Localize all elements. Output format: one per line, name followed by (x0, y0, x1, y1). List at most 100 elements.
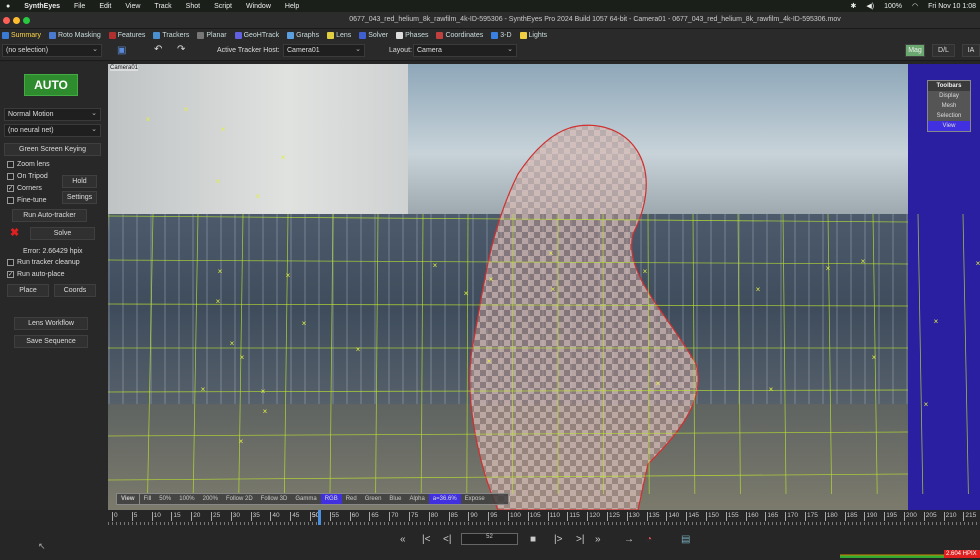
toolbar-view[interactable]: View (928, 121, 970, 131)
coords-button[interactable]: Coords (54, 284, 96, 297)
menu-edit[interactable]: Edit (99, 3, 111, 10)
view-option-rgb[interactable]: RGB (320, 494, 342, 504)
wifi-icon[interactable]: ◠ (912, 2, 918, 10)
stop-icon[interactable]: ■ (530, 534, 536, 545)
current-frame-marker[interactable] (317, 510, 321, 525)
last-frame-icon[interactable]: >| (576, 534, 584, 545)
zoom-lens-checkbox[interactable]: Zoom lens (7, 161, 50, 168)
tab-lens[interactable]: Lens (327, 31, 351, 39)
tab-icon (359, 31, 367, 39)
tab-trackers[interactable]: Trackers (153, 31, 189, 39)
menu-help[interactable]: Help (285, 3, 299, 10)
preview-icon[interactable]: ▤ (681, 534, 690, 545)
solve-button[interactable]: Solve (30, 227, 95, 240)
auto-place-checkbox[interactable]: ✓ Run auto-place (7, 271, 64, 278)
undo-icon[interactable]: ↶ (154, 44, 162, 55)
prev-frame-icon[interactable]: <| (443, 534, 451, 545)
camera-viewport[interactable]: × × × × × × × × × × × × × × × × × × × × × × × × × × × × × × × × × Camera… (108, 64, 980, 510)
tab-3-d[interactable]: 3-D (491, 31, 512, 39)
tab-solver[interactable]: Solver (359, 31, 388, 39)
tracker-marker: × (934, 317, 939, 326)
tracker-marker: × (263, 407, 268, 416)
tab-features[interactable]: Features (108, 31, 145, 39)
view-option-follow-2d[interactable]: Follow 2D (222, 494, 257, 504)
tab-geohtrack[interactable]: GeoHTrack (234, 31, 280, 39)
battery-text[interactable]: 100% (884, 3, 902, 10)
corners-checkbox[interactable]: ✓ Corners (7, 185, 42, 192)
view-option-follow-3d[interactable]: Follow 3D (257, 494, 292, 504)
menu-file[interactable]: File (74, 3, 85, 10)
volume-icon[interactable]: ◀) (866, 2, 874, 10)
tab-label: GeoHTrack (243, 31, 280, 39)
bluetooth-icon[interactable]: ✱ (851, 2, 857, 10)
menu-view[interactable]: View (125, 3, 140, 10)
lens-workflow-button[interactable]: Lens Workflow (14, 317, 88, 330)
view-option-red[interactable]: Red (342, 494, 361, 504)
view-option-100-[interactable]: 100% (175, 494, 198, 504)
view-option-200-[interactable]: 200% (199, 494, 222, 504)
toolbar-mesh[interactable]: Mesh (928, 101, 970, 111)
frame-number-field[interactable]: 52 (461, 533, 518, 545)
view-option-fill[interactable]: Fill (140, 494, 156, 504)
view-option-green[interactable]: Green (361, 494, 386, 504)
save-sequence-button[interactable]: Save Sequence (14, 335, 88, 348)
toolbar-display[interactable]: Display (928, 91, 970, 101)
auto-button[interactable]: AUTO (24, 74, 78, 96)
menu-track[interactable]: Track (154, 3, 171, 10)
menu-window[interactable]: Window (246, 3, 271, 10)
view-option-gamma[interactable]: Gamma (291, 494, 320, 504)
tab-icon (153, 31, 161, 39)
timeline-tick: 120 (587, 512, 601, 521)
rewind-icon[interactable]: « (400, 534, 406, 545)
mag-button[interactable]: Mag (905, 44, 925, 57)
view-option-view[interactable]: View (117, 494, 140, 504)
menu-app[interactable]: SynthEyes (24, 3, 60, 10)
toolbar-selection[interactable]: Selection (928, 111, 970, 121)
tab-summary[interactable]: Summary (2, 31, 41, 39)
on-tripod-checkbox[interactable]: On Tripod (7, 173, 48, 180)
next-frame-icon[interactable]: |> (554, 534, 562, 545)
green-screen-button[interactable]: Green Screen Keying (4, 143, 101, 156)
selection-dropdown[interactable]: (no selection) (2, 44, 102, 57)
tab-graphs[interactable]: Graphs (287, 31, 320, 39)
run-auto-tracker-button[interactable]: Run Auto-tracker (12, 209, 87, 222)
tab-label: Graphs (296, 31, 320, 39)
neural-net-dropdown[interactable]: (no neural net) (4, 124, 101, 137)
view-option-expose[interactable]: Expose (461, 494, 489, 504)
timeline[interactable]: 0 5 10 15 20 25 30 35 40 45 50 55 60 65 70 75 80 85 90 95 10… (108, 510, 980, 527)
dl-button[interactable]: D/L (932, 44, 955, 57)
hold-button[interactable]: Hold (62, 175, 97, 188)
fast-forward-icon[interactable]: » (595, 534, 601, 545)
save-icon[interactable]: ▣ (117, 45, 126, 56)
apple-icon[interactable]: ● (6, 3, 10, 10)
ia-button[interactable]: IA (962, 44, 980, 57)
view-option-a-36-6-[interactable]: a=36.6% (428, 494, 461, 504)
timeline-tick: 210 (943, 512, 957, 521)
view-option-blue[interactable]: Blue (385, 494, 405, 504)
menu-shot[interactable]: Shot (186, 3, 200, 10)
layout-dropdown[interactable]: Camera (413, 44, 517, 57)
clock-icon[interactable]: ◔ (646, 534, 652, 545)
timeline-tick: 170 (785, 512, 799, 521)
view-option-alpha[interactable]: Alpha (405, 494, 428, 504)
place-button[interactable]: Place (7, 284, 49, 297)
clock[interactable]: Fri Nov 10 1:08 (928, 3, 976, 10)
tracker-cleanup-checkbox[interactable]: Run tracker cleanup (7, 259, 80, 266)
timeline-tick: 25 (211, 512, 221, 521)
tab-phases[interactable]: Phases (396, 31, 428, 39)
active-tracker-host-dropdown[interactable]: Camera01 (283, 44, 365, 57)
first-frame-icon[interactable]: |< (422, 534, 430, 545)
menu-script[interactable]: Script (214, 3, 232, 10)
fine-tune-checkbox[interactable]: Fine-tune (7, 197, 47, 204)
tab-coordinates[interactable]: Coordinates (436, 31, 483, 39)
view-option-50-[interactable]: 50% (155, 494, 175, 504)
motion-dropdown[interactable]: Normal Motion (4, 108, 101, 121)
play-forward-icon[interactable]: → (624, 534, 634, 545)
tab-icon (396, 31, 404, 39)
tab-lights[interactable]: Lights (519, 31, 547, 39)
tracker-marker: × (356, 345, 361, 354)
redo-icon[interactable]: ↷ (177, 44, 185, 55)
settings-button[interactable]: Settings (62, 191, 97, 204)
tab-planar[interactable]: Planar (197, 31, 227, 39)
tab-roto-masking[interactable]: Roto Masking (48, 31, 101, 39)
